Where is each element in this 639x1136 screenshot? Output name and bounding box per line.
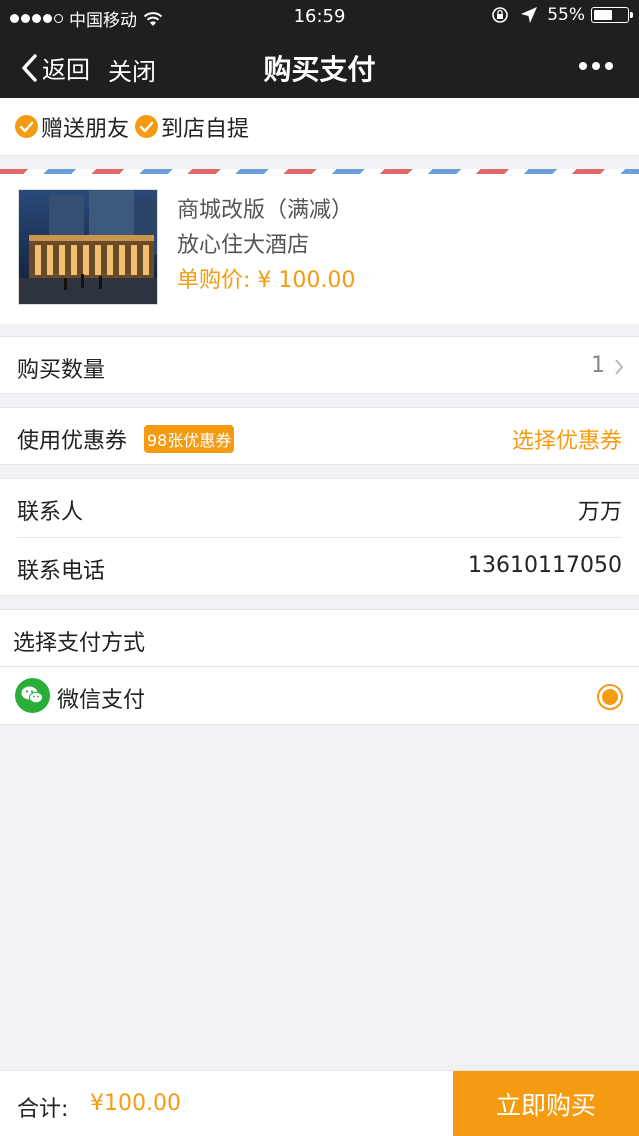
coupon-row: 使用优惠券 98张优惠券 选择优惠券 bbox=[0, 407, 639, 465]
payment-method-header: 选择支付方式 bbox=[0, 609, 639, 667]
coupon-label: 使用优惠券 bbox=[17, 429, 128, 454]
payment-method-label: 微信支付 bbox=[57, 688, 146, 713]
delivery-options: 赠送朋友 到店自提 bbox=[0, 98, 639, 156]
more-dot bbox=[605, 62, 613, 70]
product-card: 商城改版（满减） 放心住大酒店 单购价: ¥ 100.00 bbox=[0, 174, 639, 324]
location-icon bbox=[521, 7, 538, 23]
product-price: 单购价: ¥ 100.00 bbox=[177, 268, 356, 293]
payment-option-wechat[interactable]: 微信支付 bbox=[0, 667, 639, 725]
battery-fill bbox=[594, 10, 612, 20]
contact-phone-row[interactable]: 联系电话 13610117050 bbox=[0, 538, 639, 596]
option-label: 赠送朋友 bbox=[41, 116, 130, 142]
check-icon bbox=[15, 115, 38, 138]
product-image bbox=[18, 189, 158, 305]
total-value: ¥100.00 bbox=[90, 1091, 181, 1116]
battery-percent: 55% bbox=[547, 5, 585, 25]
option-gift-friend[interactable]: 赠送朋友 bbox=[15, 111, 129, 143]
quantity-value: 1 bbox=[591, 353, 605, 378]
contact-phone-label: 联系电话 bbox=[17, 559, 106, 584]
total-label: 合计: bbox=[17, 1097, 69, 1122]
buy-now-button[interactable]: 立即购买 bbox=[453, 1071, 639, 1136]
select-coupon-button[interactable]: 选择优惠券 bbox=[512, 423, 622, 455]
contact-name-label: 联系人 bbox=[17, 500, 84, 525]
page-title: 购买支付 bbox=[263, 53, 376, 86]
more-dot bbox=[579, 62, 587, 70]
more-icon[interactable] bbox=[574, 62, 613, 70]
check-icon bbox=[135, 115, 159, 138]
quantity-label: 购买数量 bbox=[17, 358, 106, 383]
option-store-pickup[interactable]: 到店自提 bbox=[135, 111, 249, 143]
option-label: 到店自提 bbox=[161, 116, 250, 142]
contact-name-value: 万万 bbox=[577, 500, 622, 525]
nav-bar: 返回 关闭 购买支付 bbox=[0, 34, 639, 98]
radio-dot bbox=[602, 689, 618, 705]
battery-icon bbox=[591, 7, 633, 23]
contact-name-row[interactable]: 联系人 万万 bbox=[0, 479, 639, 537]
payment-radio[interactable] bbox=[597, 684, 623, 710]
contact-phone-value: 13610117050 bbox=[468, 553, 622, 578]
rotation-lock-icon bbox=[492, 7, 509, 23]
quantity-row[interactable]: 购买数量 1 bbox=[0, 336, 639, 394]
more-dot bbox=[592, 62, 600, 70]
chevron-right-icon bbox=[615, 359, 624, 375]
status-bar: 中国移动 16:59 55% bbox=[0, 0, 639, 34]
wechat-pay-icon bbox=[15, 678, 50, 713]
product-name: 商城改版（满减） bbox=[177, 198, 354, 223]
checkout-footer: 合计: ¥100.00 立即购买 bbox=[0, 1070, 639, 1136]
status-right: 55% bbox=[491, 5, 633, 25]
contact-section: 联系人 万万 联系电话 13610117050 bbox=[0, 478, 639, 596]
coupon-count-badge: 98张优惠券 bbox=[144, 425, 235, 453]
payment-method-title: 选择支付方式 bbox=[13, 631, 146, 656]
product-hotel: 放心住大酒店 bbox=[177, 233, 310, 258]
